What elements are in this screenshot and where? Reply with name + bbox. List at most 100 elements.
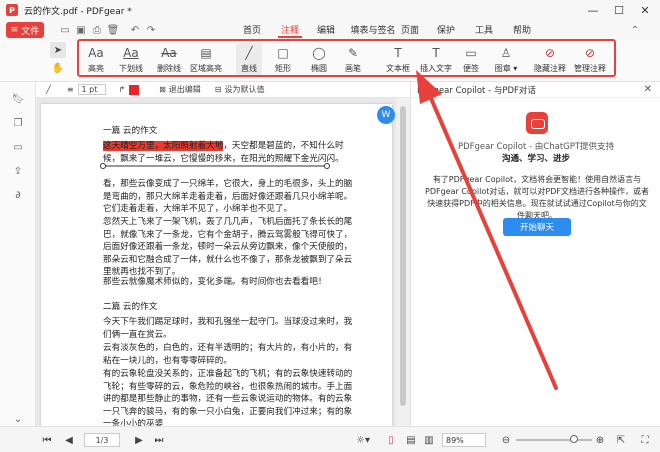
document-viewer[interactable]: W 一篇 云的作文 这天晴空万里，太阳照射着大地，天空都是碧蓝的，不知什么时候，… bbox=[36, 98, 410, 426]
tool-insert-text-label: 插入文字 bbox=[420, 64, 452, 73]
tool-rectangle[interactable]: □ 矩形 bbox=[270, 43, 296, 74]
exit-edit-button[interactable]: 退出编辑 bbox=[169, 84, 201, 95]
single-page-view-icon[interactable]: ▯ bbox=[384, 433, 398, 447]
note-icon: ▭ bbox=[465, 46, 477, 60]
copilot-slogan: 沟通、学习、进步 bbox=[501, 154, 570, 164]
tab-page[interactable]: 页面 bbox=[398, 23, 422, 38]
annotation-ribbon: ➤ ✋ Aa 高亮 Aa 下划线 Aa 删除线 ▤ 区域高亮 ╱ 直线 □ 矩形 ◯ 椭圆 ✎… bbox=[0, 40, 660, 82]
maximize-button[interactable]: ☐ bbox=[606, 0, 632, 20]
bookmark-icon[interactable]: 🔖︎ bbox=[11, 92, 25, 106]
close-icon[interactable]: ✕ bbox=[644, 84, 652, 95]
thumbnails-icon[interactable]: ❐ bbox=[11, 116, 25, 130]
color-swatch[interactable] bbox=[129, 84, 140, 95]
minimize-button[interactable]: — bbox=[580, 0, 606, 20]
comments-icon[interactable]: ▭ bbox=[11, 140, 25, 154]
tool-area-highlight[interactable]: ▤ 区域高亮 bbox=[188, 43, 224, 74]
tool-hide-annotations[interactable]: ⊘ 隐藏注释 bbox=[532, 43, 568, 74]
tab-annotate[interactable]: 注释 bbox=[278, 23, 302, 38]
ellipse-icon: ◯ bbox=[312, 46, 326, 60]
zoom-out-icon[interactable]: ⊖ bbox=[500, 433, 512, 447]
tool-highlight[interactable]: Aa 高亮 bbox=[82, 43, 110, 74]
fullscreen-icon[interactable]: ⛶ bbox=[638, 433, 652, 447]
collapse-ribbon-icon[interactable]: ⌃ bbox=[628, 23, 642, 37]
line-width-icon: ≡ bbox=[66, 85, 74, 94]
highlighted-text[interactable]: 这天晴空万里，太阳照射着大地 bbox=[103, 141, 224, 151]
doc-paragraph-6: 云有淡灰色的，白色的，还有半透明的；有大片的，有小片的，有粘在一块儿的，也有零零… bbox=[103, 343, 353, 366]
chevron-down-icon: ▾ bbox=[513, 64, 518, 73]
first-page-icon[interactable]: ⏮ bbox=[40, 433, 54, 447]
tool-manage-annotations[interactable]: ⊘ 管理注释 bbox=[570, 43, 610, 74]
undo-icon[interactable]: ↶ bbox=[128, 23, 142, 37]
tab-protect[interactable]: 保护 bbox=[434, 23, 458, 38]
tool-insert-text[interactable]: T 插入文字 bbox=[418, 43, 454, 74]
doc-paragraph-5: 今天下午我们踢足球时，我和孔强坐一起守门。当球没过来时，我们俩一直在赏云。 bbox=[103, 317, 353, 340]
left-sidebar: 🔖︎ ❐ ▭ ⇪ ∂ ⌄ bbox=[0, 82, 36, 426]
open-folder-icon[interactable]: ▭ bbox=[58, 23, 72, 37]
hand-tool-icon[interactable]: ✋ bbox=[50, 60, 66, 76]
last-page-icon[interactable]: ⏭ bbox=[152, 433, 166, 447]
prev-page-icon[interactable]: ◀ bbox=[62, 433, 76, 447]
drawn-line-annotation[interactable] bbox=[99, 161, 331, 171]
upload-icon[interactable]: ⇪ bbox=[11, 164, 25, 178]
brightness-icon[interactable]: ☼▾ bbox=[354, 433, 372, 447]
tool-strikethrough[interactable]: Aa 删除线 bbox=[152, 43, 186, 74]
translate-icon[interactable]: W bbox=[377, 106, 395, 124]
tool-note-label: 便签 bbox=[463, 64, 479, 73]
tool-hide-label: 隐藏注释 bbox=[534, 64, 566, 73]
copilot-bot-icon bbox=[526, 112, 548, 134]
title-bar: P 云的作文.pdf - PDFgear * — ☐ ✕ bbox=[0, 0, 660, 20]
set-default-button[interactable]: 设为默认值 bbox=[225, 84, 265, 95]
scrollbar-thumb[interactable] bbox=[400, 106, 406, 406]
tool-underline[interactable]: Aa 下划线 bbox=[116, 43, 146, 74]
redo-icon[interactable]: ↷ bbox=[144, 23, 158, 37]
area-highlight-icon: ▤ bbox=[200, 46, 212, 60]
select-cursor-icon[interactable]: ➤ bbox=[50, 42, 66, 58]
start-chat-button[interactable]: 开始聊天 bbox=[503, 218, 571, 236]
two-page-view-icon[interactable]: ▥ bbox=[422, 433, 436, 447]
doc-paragraph-2: 看，那些云像变成了一只绵羊，它很大，身上的毛很多，头上的脑是弯曲的，那只大绵羊走… bbox=[103, 179, 353, 214]
zoom-slider[interactable] bbox=[516, 435, 592, 443]
tool-pen[interactable]: ✎ 画笔 bbox=[340, 43, 366, 74]
tab-edit[interactable]: 编辑 bbox=[314, 23, 338, 38]
tool-textbox[interactable]: T 文本框 bbox=[384, 43, 412, 74]
close-button[interactable]: ✕ bbox=[632, 0, 658, 20]
line-ending-icon[interactable]: ↱ bbox=[118, 85, 125, 94]
zoom-in-icon[interactable]: ⊕ bbox=[594, 433, 606, 447]
continuous-view-icon[interactable]: ▤ bbox=[404, 433, 418, 447]
tool-strikethrough-label: 删除线 bbox=[157, 64, 181, 73]
file-menu-button[interactable]: ≡ 文件 bbox=[6, 22, 44, 38]
tab-tools[interactable]: 工具 bbox=[472, 23, 496, 38]
tool-ellipse[interactable]: ◯ 椭圆 bbox=[306, 43, 332, 74]
next-page-icon[interactable]: ▶ bbox=[132, 433, 146, 447]
delete-icon[interactable]: 🗑 bbox=[106, 23, 120, 37]
manage-annotations-icon: ⊘ bbox=[584, 46, 596, 60]
tool-underline-label: 下划线 bbox=[119, 64, 143, 73]
sidebar-collapse-icon[interactable]: ⌄ bbox=[11, 412, 25, 426]
tool-textbox-label: 文本框 bbox=[386, 64, 410, 73]
doc-paragraph-7: 有的云象轮盘没关系的，正准备起飞的飞机；有的云象快速转动的飞轮；有些零碎的云，象… bbox=[103, 369, 353, 426]
vertical-scrollbar[interactable] bbox=[396, 98, 410, 426]
tool-sticky-note[interactable]: ▭ 便签 bbox=[458, 43, 484, 74]
tool-area-highlight-label: 区域高亮 bbox=[190, 64, 222, 73]
tool-stamp-label: 图章 ▾ bbox=[494, 64, 518, 73]
pdf-page: W 一篇 云的作文 这天晴空万里，太阳照射着大地，天空都是碧蓝的，不知什么时候，… bbox=[41, 104, 395, 426]
tool-line[interactable]: ╱ 直线 bbox=[236, 43, 262, 77]
tab-home[interactable]: 首页 bbox=[240, 23, 264, 38]
zoom-slider-knob[interactable] bbox=[570, 435, 578, 443]
pdfgear-logo-icon: P bbox=[6, 4, 18, 16]
pen-icon: ✎ bbox=[347, 46, 359, 60]
tab-help[interactable]: 帮助 bbox=[510, 23, 534, 38]
save-icon[interactable]: ▣ bbox=[74, 23, 88, 37]
fit-page-icon[interactable]: ⇱ bbox=[614, 433, 628, 447]
tool-stamp[interactable]: ♙ 图章 ▾ bbox=[490, 43, 522, 74]
attachment-icon[interactable]: ∂ bbox=[11, 188, 25, 202]
tab-forms-sign[interactable]: 填表与签名 bbox=[348, 23, 398, 38]
line-width-select[interactable]: 1 pt bbox=[77, 84, 107, 95]
page-number-input[interactable]: 1/3 bbox=[84, 433, 120, 447]
menu-bar: ≡ 文件 ▭ ▣ ⎙ 🗑 ↶ ↷ 首页 注释 编辑 填表与签名 页面 保护 工具… bbox=[0, 20, 660, 40]
line-style-icon: ╱ bbox=[46, 85, 51, 94]
print-icon[interactable]: ⎙ bbox=[90, 23, 104, 37]
copilot-tagline: PDFgear Copilot - 由ChatGPT提供支持 bbox=[457, 142, 615, 152]
zoom-select[interactable]: 89% bbox=[442, 433, 486, 447]
exit-edit-icon: ⊠ bbox=[159, 85, 166, 94]
